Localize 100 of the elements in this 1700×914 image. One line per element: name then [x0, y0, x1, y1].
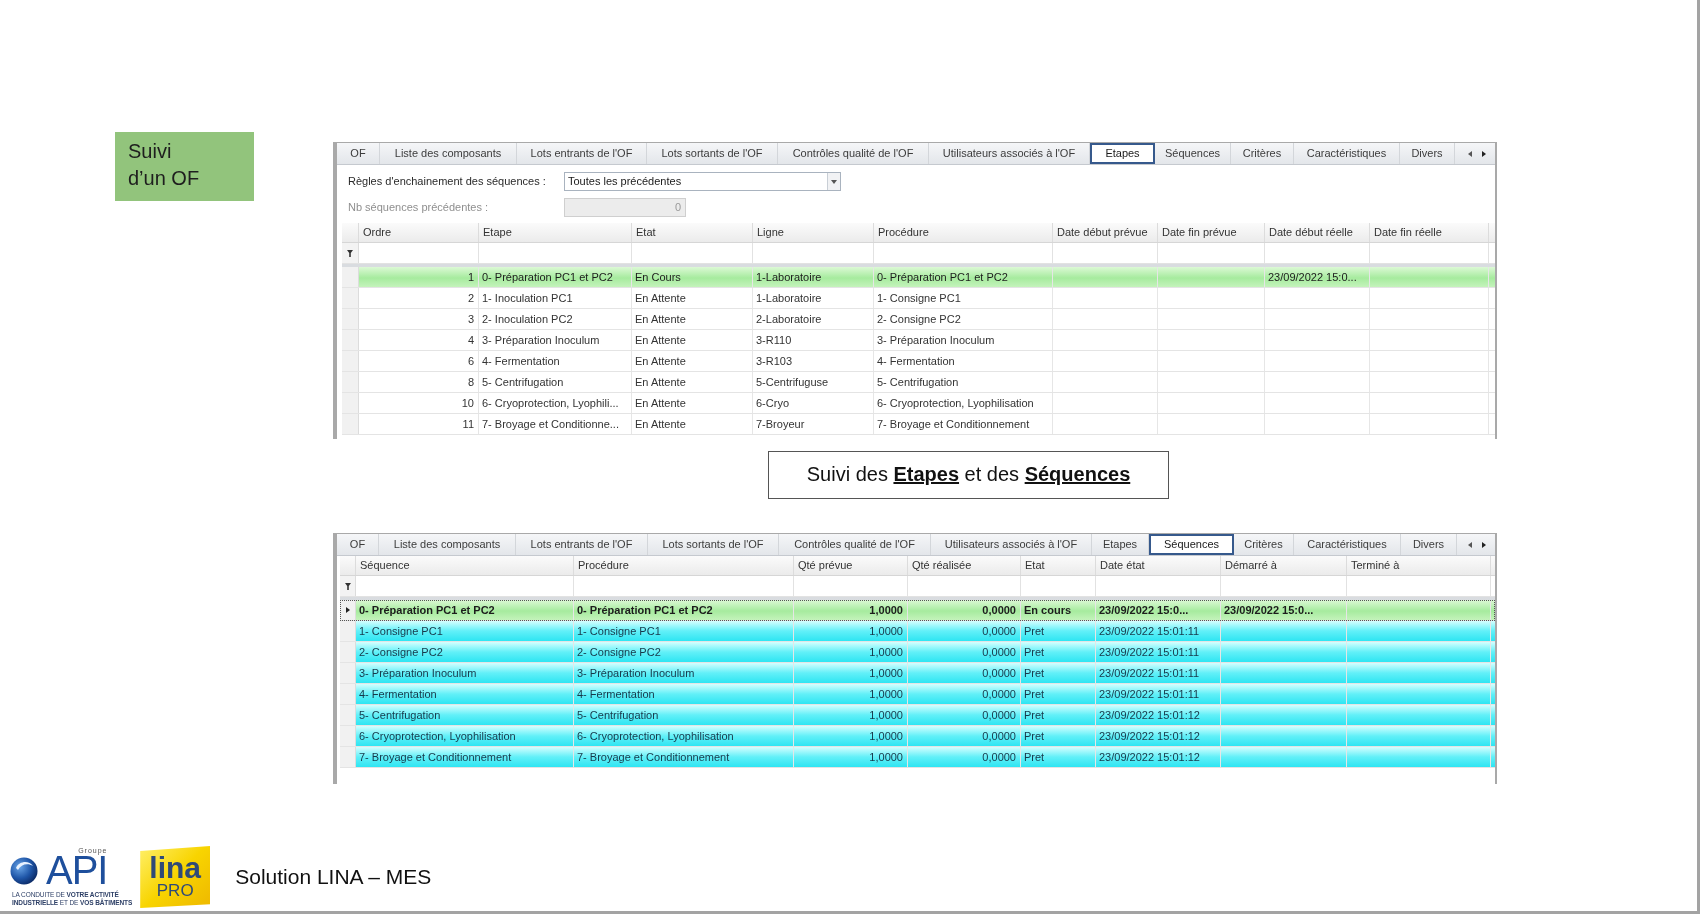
- tab[interactable]: Liste des composants: [379, 534, 516, 555]
- table-row[interactable]: 0- Préparation PC1 et PC2 0- Préparation PC1 et PC2 1,0000 0,0000 En cours 23/09/2022 15:0... 23/09/2022 15:0...: [340, 600, 1495, 621]
- table-cell-text: En Attente: [635, 353, 686, 369]
- table-cell-text: 7- Broyage et Conditionnement: [877, 416, 1030, 432]
- table-cell-text: 23/09/2022 15:01:12: [1099, 749, 1200, 765]
- table-cell-text: 3-R103: [756, 353, 793, 369]
- tab[interactable]: Etapes: [1090, 143, 1155, 164]
- column-header[interactable]: Date fin réelle: [1370, 223, 1489, 242]
- tab[interactable]: Utilisateurs associés à l'OF: [931, 534, 1092, 555]
- tab[interactable]: Séquences: [1155, 143, 1231, 164]
- table-cell-text: 6: [467, 353, 474, 369]
- column-header[interactable]: Etat: [1021, 556, 1096, 575]
- column-header[interactable]: Ligne: [753, 223, 874, 242]
- table-row[interactable]: 4- Fermentation 4- Fermentation 1,0000 0,0000 Pret 23/09/2022 15:01:11: [340, 684, 1495, 705]
- column-header[interactable]: Qté prévue: [794, 556, 908, 575]
- table-row[interactable]: 2 1- Inoculation PC1 En Attente 1-Laboratoire 1- Consigne PC1: [342, 288, 1495, 309]
- dropdown-button[interactable]: [827, 173, 840, 190]
- tab[interactable]: Critères: [1231, 143, 1294, 164]
- table-cell-text: 23/09/2022 15:01:11: [1099, 644, 1200, 660]
- tab[interactable]: Lots entrants de l'OF: [517, 143, 647, 164]
- table-row[interactable]: 2- Consigne PC2 2- Consigne PC2 1,0000 0,0000 Pret 23/09/2022 15:01:11: [340, 642, 1495, 663]
- tab[interactable]: OF: [337, 534, 379, 555]
- table-cell-text: 2- Consigne PC2: [877, 311, 961, 327]
- table-cell-text: 23/09/2022 15:01:12: [1099, 707, 1200, 723]
- table-row[interactable]: 4 3- Préparation Inoculum En Attente 3-R110 3- Préparation Inoculum: [342, 330, 1495, 351]
- table-cell-text: 8: [467, 374, 474, 390]
- table-cell-text: 4- Fermentation: [482, 353, 560, 369]
- column-header[interactable]: Qté réalisée: [908, 556, 1021, 575]
- table-cell-text: 0- Préparation PC1 et PC2: [877, 269, 1008, 285]
- table-cell-text: 23/09/2022 15:0...: [1224, 602, 1314, 618]
- table-cell-text: 5- Centrifugation: [482, 374, 564, 390]
- table-row[interactable]: 11 7- Broyage et Conditionne... En Attente 7-Broyeur 7- Broyage et Conditionnement: [342, 414, 1495, 435]
- tab[interactable]: Contrôles qualité de l'OF: [779, 534, 931, 555]
- column-header[interactable]: Date début prévue: [1053, 223, 1158, 242]
- table-cell-text: Pret: [1024, 665, 1045, 681]
- column-header[interactable]: Démarré à: [1221, 556, 1347, 575]
- tab[interactable]: Lots sortants de l'OF: [647, 143, 778, 164]
- table-cell-text: 23/09/2022 15:01:11: [1099, 686, 1200, 702]
- tab[interactable]: Caractéristiques: [1294, 534, 1401, 555]
- table-cell-text: 0,0000: [982, 602, 1016, 618]
- table-cell-text: 3- Préparation Inoculum: [359, 665, 477, 681]
- table-row[interactable]: 10 6- Cryoprotection, Lyophili... En Attente 6-Cryo 6- Cryoprotection, Lyophilisation: [342, 393, 1495, 414]
- table-cell-text: 0,0000: [982, 623, 1016, 639]
- tab[interactable]: Contrôles qualité de l'OF: [778, 143, 929, 164]
- tab[interactable]: Critères: [1234, 534, 1294, 555]
- logo-text: API: [46, 854, 108, 886]
- column-header[interactable]: Date fin prévue: [1158, 223, 1265, 242]
- tab[interactable]: OF: [337, 143, 380, 164]
- filter-icon[interactable]: [347, 249, 353, 257]
- tab[interactable]: Liste des composants: [380, 143, 517, 164]
- table-cell-text: 0- Préparation PC1 et PC2: [359, 602, 495, 618]
- table-row[interactable]: 3 2- Inoculation PC2 En Attente 2-Laboratoire 2- Consigne PC2: [342, 309, 1495, 330]
- table-cell-text: 1,0000: [869, 728, 903, 744]
- tab[interactable]: Séquences: [1149, 534, 1234, 555]
- filter-icon[interactable]: [344, 582, 351, 590]
- table-cell-text: 5- Centrifugation: [359, 707, 441, 723]
- table-cell-text: 1,0000: [869, 686, 903, 702]
- column-header[interactable]: Date début réelle: [1265, 223, 1370, 242]
- tab[interactable]: Divers: [1400, 143, 1455, 164]
- tab[interactable]: Divers: [1401, 534, 1457, 555]
- table-cell-text: 11: [462, 416, 474, 432]
- table-row[interactable]: 5- Centrifugation 5- Centrifugation 1,0000 0,0000 Pret 23/09/2022 15:01:12: [340, 705, 1495, 726]
- table-cell-text: 0,0000: [982, 728, 1016, 744]
- column-header[interactable]: Procédure: [574, 556, 794, 575]
- row-header[interactable]: [340, 600, 356, 620]
- table-cell-text: 1-Laboratoire: [756, 269, 822, 285]
- table-cell-text: 1,0000: [869, 707, 903, 723]
- table-cell-text: 1- Consigne PC1: [577, 623, 661, 639]
- table-cell-text: 1,0000: [869, 644, 903, 660]
- column-header[interactable]: Procédure: [874, 223, 1053, 242]
- tab[interactable]: Caractéristiques: [1294, 143, 1400, 164]
- tab[interactable]: Lots sortants de l'OF: [648, 534, 779, 555]
- table-cell-text: 7- Broyage et Conditionnement: [577, 749, 730, 765]
- table-cell-text: En Cours: [635, 269, 681, 285]
- column-header[interactable]: Terminé à: [1347, 556, 1491, 575]
- table-row[interactable]: 7- Broyage et Conditionnement 7- Broyage et Conditionnement 1,0000 0,0000 Pret 23/09/2022 15:01:12: [340, 747, 1495, 768]
- table-cell-text: 3: [467, 311, 474, 327]
- column-header[interactable]: Etat: [632, 223, 753, 242]
- table-cell-text: En Attente: [635, 290, 686, 306]
- table-row[interactable]: 3- Préparation Inoculum 3- Préparation Inoculum 1,0000 0,0000 Pret 23/09/2022 15:01:11: [340, 663, 1495, 684]
- table-cell-text: 1- Consigne PC1: [359, 623, 443, 639]
- table-cell-text: 4- Fermentation: [877, 353, 955, 369]
- column-header[interactable]: Ordre: [359, 223, 479, 242]
- table-row[interactable]: 1- Consigne PC1 1- Consigne PC1 1,0000 0,0000 Pret 23/09/2022 15:01:11: [340, 621, 1495, 642]
- sequence-rule-select[interactable]: Toutes les précédentes: [564, 172, 841, 191]
- table-cell-text: En cours: [1024, 602, 1072, 618]
- table-cell-text: 6-Cryo: [756, 395, 789, 411]
- column-header[interactable]: Etape: [479, 223, 632, 242]
- column-header[interactable]: Date état: [1096, 556, 1221, 575]
- column-header[interactable]: Séquence: [356, 556, 574, 575]
- table-cell-text: Pret: [1024, 686, 1045, 702]
- table-cell-text: 23/09/2022 15:01:12: [1099, 728, 1200, 744]
- table-cell-text: Pret: [1024, 707, 1045, 723]
- table-row[interactable]: 6 4- Fermentation En Attente 3-R103 4- Fermentation: [342, 351, 1495, 372]
- table-row[interactable]: 8 5- Centrifugation En Attente 5-Centrifuguse 5- Centrifugation: [342, 372, 1495, 393]
- table-cell-text: 0,0000: [982, 644, 1016, 660]
- tab[interactable]: Lots entrants de l'OF: [516, 534, 648, 555]
- table-cell-text: 3- Préparation Inoculum: [577, 665, 695, 681]
- table-row[interactable]: 6- Cryoprotection, Lyophilisation 6- Cryoprotection, Lyophilisation 1,0000 0,0000 Pret 23/09/2022 15:01:12: [340, 726, 1495, 747]
- table-cell-text: Pret: [1024, 728, 1045, 744]
